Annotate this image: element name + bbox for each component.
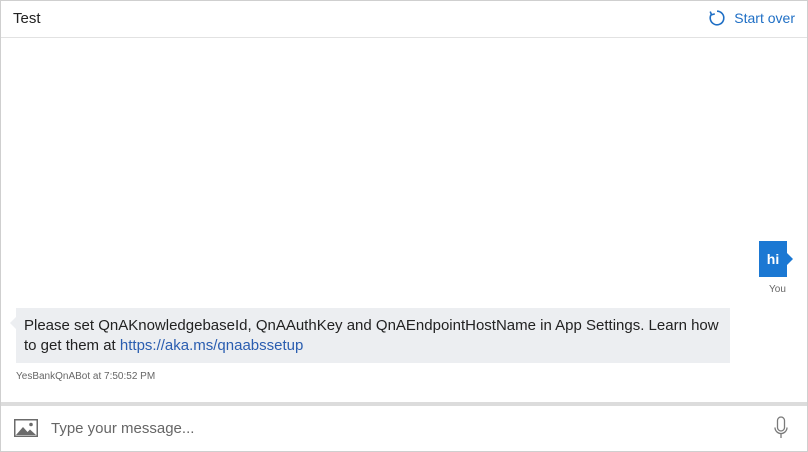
setup-link[interactable]: https://aka.ms/qnaabssetup [120,337,303,354]
webchat-window: Test Start over hi You Please set QnAKno… [0,0,808,452]
message-input[interactable] [51,416,741,440]
refresh-icon [708,9,726,27]
user-sender-label: You [769,284,786,295]
page-title: Test [13,10,41,27]
user-message-text: hi [766,251,780,267]
header: Test Start over [1,1,807,38]
message-list[interactable]: hi You Please set QnAKnowledgebaseId, Qn… [1,38,807,402]
microphone-icon[interactable] [773,416,789,440]
input-bar [1,406,807,450]
user-message-bubble: hi [759,241,793,277]
bot-message-bubble: Please set QnAKnowledgebaseId, QnAAuthKe… [10,308,730,363]
image-icon[interactable] [14,419,38,437]
start-over-button[interactable]: Start over [708,9,795,27]
start-over-label: Start over [734,10,795,26]
bot-message-timestamp: YesBankQnABot at 7:50:52 PM [16,371,156,382]
